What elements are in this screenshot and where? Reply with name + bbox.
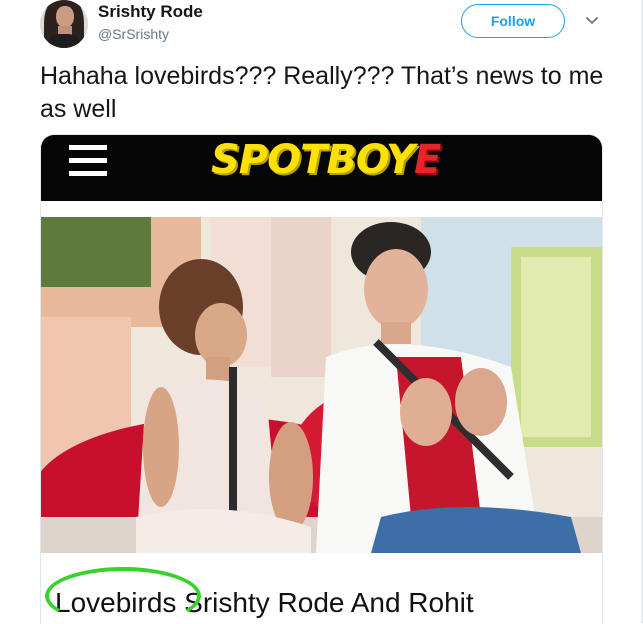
avatar[interactable] bbox=[40, 0, 88, 48]
article-photo bbox=[41, 217, 602, 553]
tweet-text: Hahaha lovebirds??? Really??? That’s new… bbox=[40, 62, 604, 123]
site-header-bar: SPOTBOYE bbox=[41, 135, 602, 201]
follow-button[interactable]: Follow bbox=[461, 4, 565, 38]
user-handle[interactable]: @SrSrishty bbox=[98, 26, 169, 42]
embedded-image[interactable]: SPOTBOYE Lovebirds Srishty Rode And Rohi… bbox=[40, 134, 603, 624]
chevron-down-icon[interactable] bbox=[583, 12, 601, 30]
site-logo: SPOTBOYE bbox=[211, 137, 441, 183]
display-name[interactable]: Srishty Rode bbox=[98, 2, 203, 22]
hamburger-menu-icon bbox=[69, 141, 107, 179]
highlight-circle bbox=[45, 567, 201, 624]
